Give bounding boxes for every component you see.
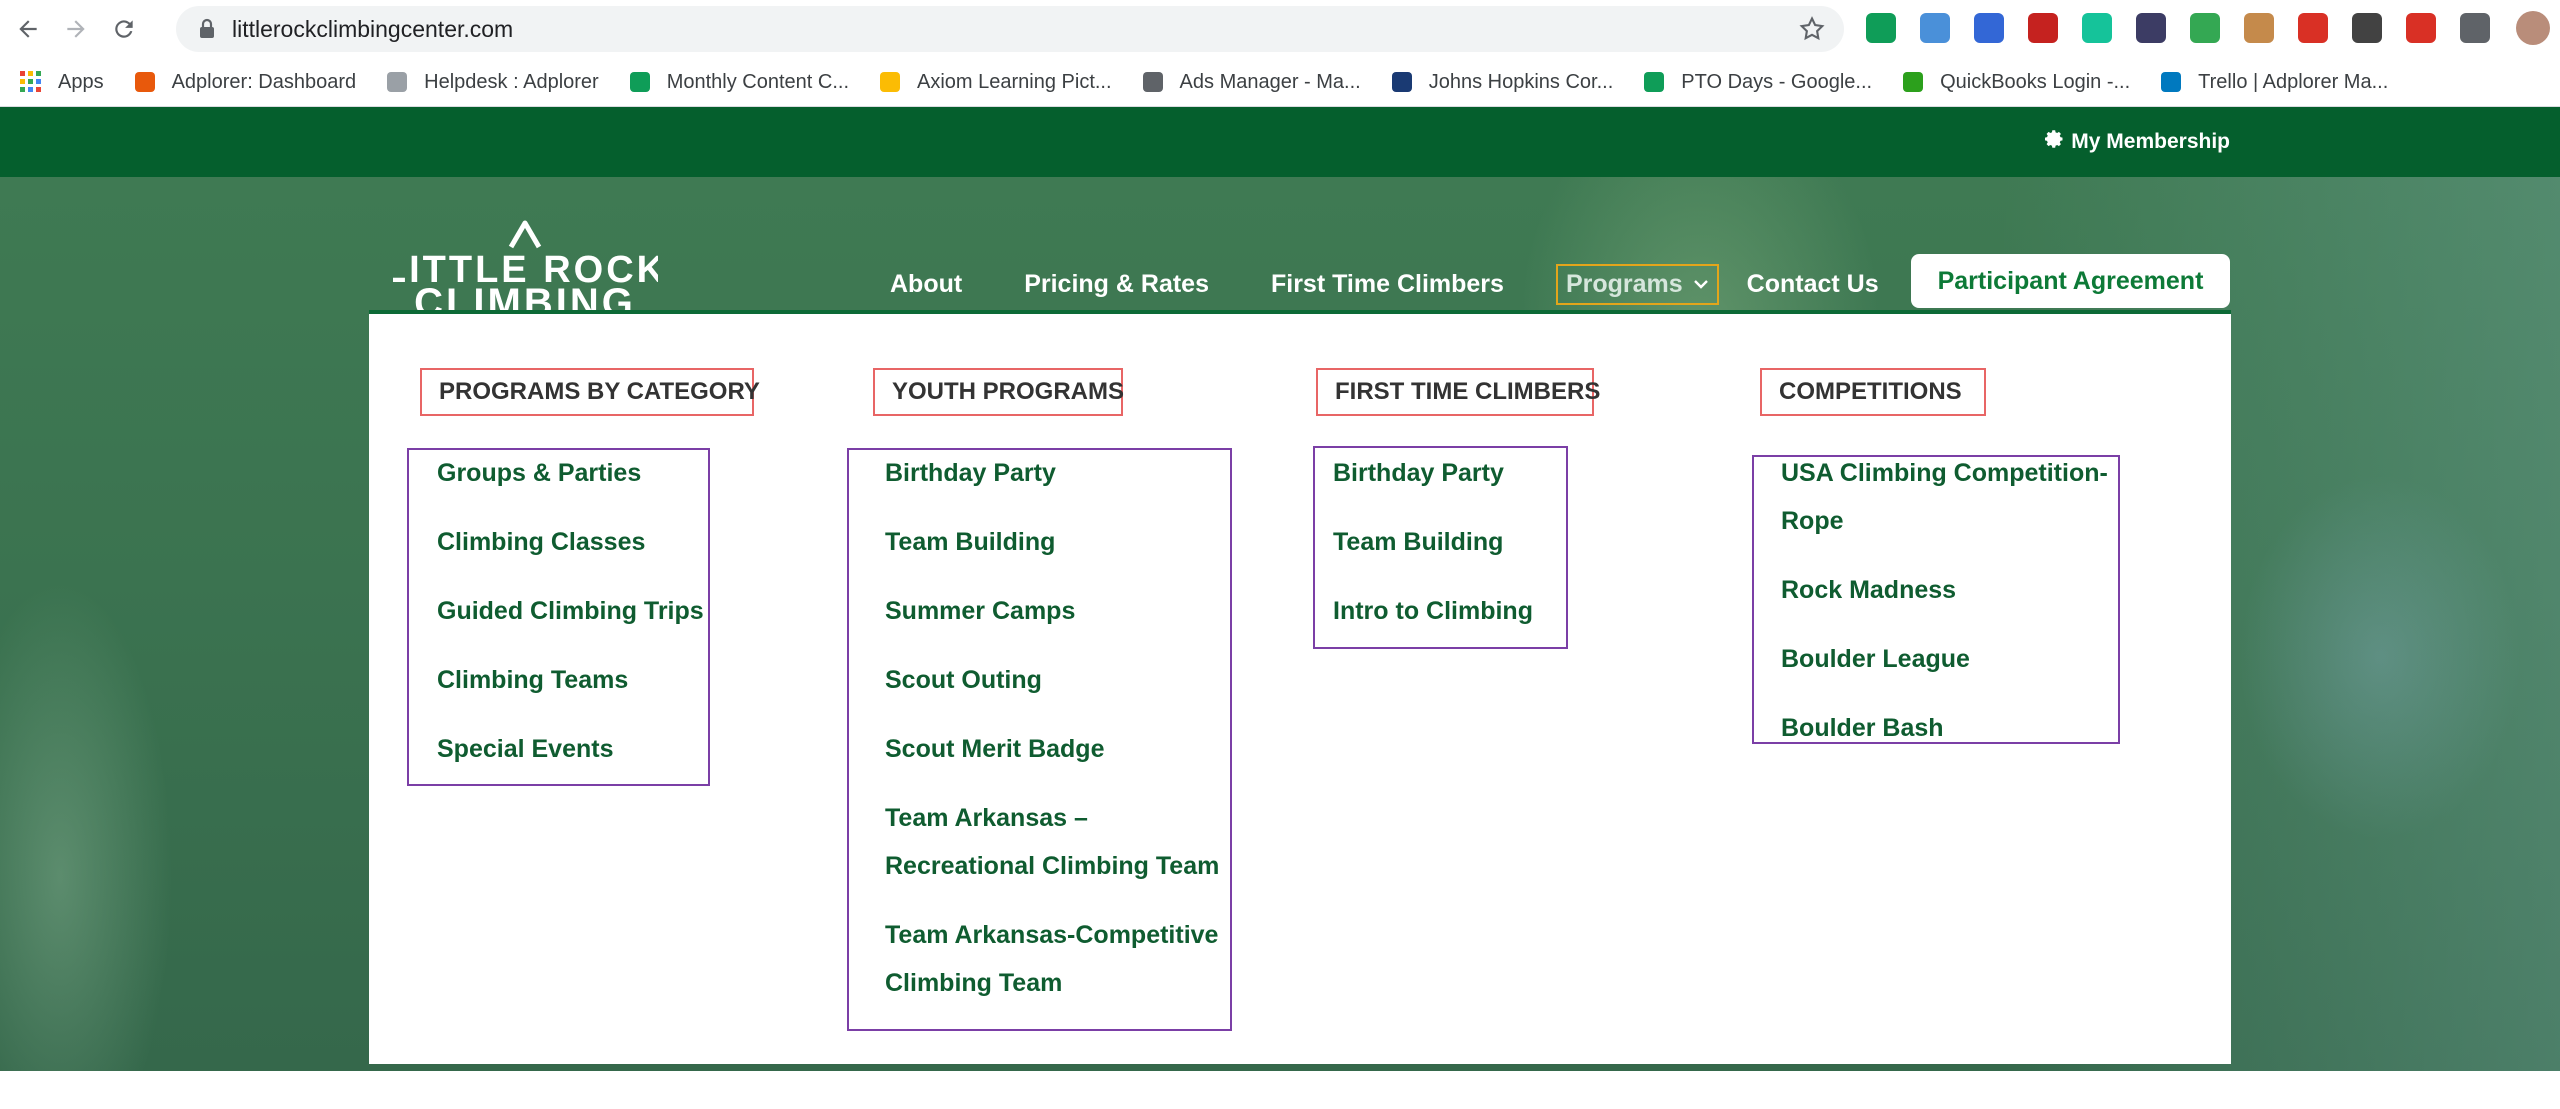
calendar-ext-icon[interactable] [1920, 13, 1950, 43]
bookmark-label: Axiom Learning Pict... [917, 70, 1112, 93]
grammarly-icon[interactable] [2082, 13, 2112, 43]
menu-link-scout-merit-badge[interactable]: Scout Merit Badge [885, 725, 1104, 773]
menu-link-usa-climbing-competition-line2[interactable]: Rope [1781, 497, 1844, 545]
category-first-time-climbers[interactable]: FIRST TIME CLIMBERS [1316, 368, 1600, 416]
bookmark-item[interactable]: Johns Hopkins Cor... [1389, 69, 1614, 95]
apps-grid-icon [18, 69, 44, 95]
menu-link-summer-camps[interactable]: Summer Camps [885, 587, 1075, 635]
k-ext-icon[interactable] [2136, 13, 2166, 43]
menu-link-youth-team-building[interactable]: Team Building [885, 518, 1055, 566]
green-bubble-icon[interactable] [1866, 13, 1896, 43]
programs-dropdown: PROGRAMS BY CATEGORY Groups & Parties Cl… [369, 310, 2231, 1064]
dots-ext-icon[interactable] [2406, 13, 2436, 43]
menu-link-usa-climbing-competition[interactable]: USA Climbing Competition- [1781, 449, 2108, 497]
reload-icon [115, 20, 133, 38]
trello-icon [2158, 69, 2184, 95]
m-ext-icon[interactable] [2352, 13, 2382, 43]
bookmark-label: Monthly Content C... [666, 70, 850, 93]
ads-manager-icon [1140, 69, 1166, 95]
google-sheets-icon [627, 69, 653, 95]
reload-button[interactable] [104, 9, 144, 49]
puzzle-icon[interactable] [2460, 13, 2490, 43]
profile-avatar[interactable] [2516, 11, 2550, 45]
participant-agreement-button[interactable]: Participant Agreement [1911, 254, 2230, 308]
menu-link-scout-outing[interactable]: Scout Outing [885, 656, 1042, 704]
bookmark-item[interactable]: Apps [18, 69, 104, 95]
main-nav: About Pricing & Rates First Time Climber… [890, 257, 1941, 311]
nav-contact[interactable]: Contact Us [1747, 270, 1879, 299]
nav-pricing[interactable]: Pricing & Rates [1024, 270, 1209, 299]
nav-programs-label: Programs [1565, 269, 1683, 298]
top-strip: My Membership [0, 107, 2560, 177]
back-arrow-icon [19, 20, 37, 38]
quickbooks-icon [1900, 69, 1926, 95]
menu-link-special-events[interactable]: Special Events [437, 725, 613, 773]
bookmark-star-icon[interactable] [1798, 15, 1826, 43]
bookmark-label: Johns Hopkins Cor... [1428, 70, 1614, 93]
category-programs-by-category[interactable]: PROGRAMS BY CATEGORY [420, 368, 760, 416]
bookmark-label: Apps [58, 70, 104, 93]
bookmark-label: QuickBooks Login -... [1940, 70, 2131, 93]
bookmark-label: Ads Manager - Ma... [1179, 70, 1361, 93]
menu-link-team-arkansas-recreational-line2[interactable]: Recreational Climbing Team [885, 842, 1219, 890]
menu-link-intro-to-climbing[interactable]: Intro to Climbing [1333, 587, 1533, 635]
menu-link-ftc-birthday-party[interactable]: Birthday Party [1333, 449, 1504, 497]
my-membership-link[interactable]: My Membership [2045, 129, 2230, 155]
address-bar[interactable]: littlerockclimbingcenter.com [176, 6, 1844, 52]
menu-link-climbing-teams[interactable]: Climbing Teams [437, 656, 628, 704]
bookmark-item[interactable]: PTO Days - Google... [1641, 69, 1872, 95]
browser-toolbar: littlerockclimbingcenter.com [0, 0, 2560, 58]
menu-link-climbing-classes[interactable]: Climbing Classes [437, 518, 645, 566]
menu-link-boulder-bash[interactable]: Boulder Bash [1781, 704, 1944, 752]
bookmark-label: PTO Days - Google... [1681, 70, 1873, 93]
google-sheets-icon [1641, 69, 1667, 95]
bookmark-item[interactable]: Ads Manager - Ma... [1140, 69, 1361, 95]
bookmark-item[interactable]: Helpdesk : Adplorer [384, 69, 599, 95]
bookmark-item[interactable]: Trello | Adplorer Ma... [2158, 69, 2388, 95]
forward-button[interactable] [56, 9, 96, 49]
bookmark-label: Helpdesk : Adplorer [424, 70, 599, 93]
bookmark-item[interactable]: QuickBooks Login -... [1900, 69, 2130, 95]
site-logo[interactable]: LITTLE ROCK CLIMBING [383, 203, 664, 325]
bookmark-label: Adplorer: Dashboard [171, 70, 357, 93]
url-text: littlerockclimbingcenter.com [232, 15, 514, 42]
extensions-bar [1866, 8, 2550, 48]
adplorer-icon [132, 69, 158, 95]
johns-hopkins-icon [1389, 69, 1415, 95]
chevron-down-icon [1693, 280, 1708, 289]
lock-icon [200, 18, 214, 38]
bookmark-item[interactable]: Axiom Learning Pict... [877, 69, 1112, 95]
gear-icon [2045, 129, 2065, 155]
bookmark-item[interactable]: Monthly Content C... [627, 69, 849, 95]
search-ext-icon[interactable] [1974, 13, 2004, 43]
bookmarks-bar: Apps Adplorer: Dashboard Helpdesk : Adplor… [0, 58, 2560, 107]
menu-link-rock-madness[interactable]: Rock Madness [1781, 566, 1956, 614]
bookmark-label: Trello | Adplorer Ma... [2198, 70, 2389, 93]
nav-about[interactable]: About [890, 270, 962, 299]
google-drive-icon [877, 69, 903, 95]
category-competitions[interactable]: COMPETITIONS [1760, 368, 1986, 416]
forward-arrow-icon [67, 20, 85, 38]
category-youth-programs[interactable]: YOUTH PROGRAMS [873, 368, 1124, 416]
menu-link-ftc-team-building[interactable]: Team Building [1333, 518, 1503, 566]
bookmark-item[interactable]: Adplorer: Dashboard [132, 69, 357, 95]
web-page: My Membership LITTLE ROCK CLIMBING About… [0, 107, 2560, 1109]
menu-link-team-arkansas-recreational[interactable]: Team Arkansas – [885, 794, 1088, 842]
pdf-icon[interactable] [2028, 13, 2058, 43]
helpdesk-icon [384, 69, 410, 95]
back-button[interactable] [8, 9, 48, 49]
menu-link-boulder-league[interactable]: Boulder League [1781, 635, 1970, 683]
menu-link-groups-parties[interactable]: Groups & Parties [437, 449, 641, 497]
clip-ext-icon[interactable] [2298, 13, 2328, 43]
page-body [0, 1071, 2560, 1109]
menu-link-youth-birthday-party[interactable]: Birthday Party [885, 449, 1056, 497]
nav-programs[interactable]: Programs [1555, 263, 1719, 305]
nav-first-time-climbers[interactable]: First Time Climbers [1271, 270, 1504, 299]
menu-link-guided-climbing-trips[interactable]: Guided Climbing Trips [437, 587, 704, 635]
menu-link-team-arkansas-competitive[interactable]: Team Arkansas-Competitive [885, 911, 1218, 959]
menu-link-team-arkansas-competitive-line2[interactable]: Climbing Team [885, 959, 1062, 1007]
box-ext-icon[interactable] [2244, 13, 2274, 43]
inbox-ext-icon[interactable] [2190, 13, 2220, 43]
my-membership-label: My Membership [2071, 130, 2230, 153]
